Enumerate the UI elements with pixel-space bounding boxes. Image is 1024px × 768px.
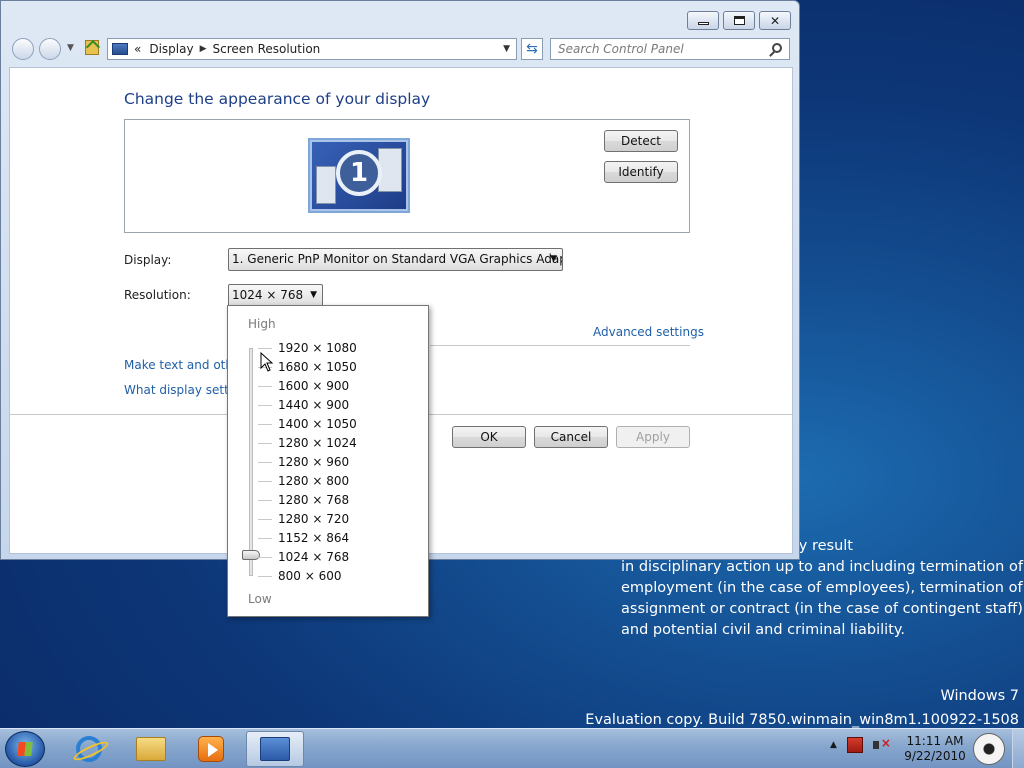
- breadcrumb-chevron-icon[interactable]: ▶: [200, 44, 207, 54]
- resolution-option[interactable]: 1400 × 1050: [258, 415, 357, 434]
- recent-pages-dropdown-icon[interactable]: ▼: [67, 43, 74, 53]
- back-button[interactable]: [12, 38, 34, 60]
- folder-icon: [136, 737, 166, 761]
- display-select[interactable]: 1. Generic PnP Monitor on Standard VGA G…: [228, 248, 563, 271]
- taskbar-internet-explorer[interactable]: [60, 731, 118, 767]
- clock-time: 11:11 AM: [906, 734, 964, 748]
- apply-button[interactable]: Apply: [616, 426, 690, 448]
- taskbar: ▲ 11:11 AM 9/22/2010: [0, 728, 1024, 768]
- monitor-window-thumb: [316, 166, 336, 204]
- page-title: Change the appearance of your display: [124, 90, 431, 108]
- show-hidden-icons-button[interactable]: ▲: [830, 740, 837, 750]
- notice-line: assignment or contract (in the case of c…: [621, 601, 1024, 617]
- low-label: Low: [248, 592, 272, 606]
- chevron-down-icon: ▼: [310, 290, 317, 300]
- display-label: Display:: [124, 253, 172, 267]
- maximize-button[interactable]: [723, 11, 755, 30]
- taskbar-media-player[interactable]: [182, 731, 240, 767]
- chevron-down-icon: ▼: [550, 254, 557, 264]
- media-player-icon: [198, 736, 224, 762]
- monitor-icon[interactable]: 1: [308, 138, 410, 213]
- control-panel-icon: [260, 737, 290, 761]
- resolution-select-value: 1024 × 768: [232, 288, 304, 302]
- resolution-select[interactable]: 1024 × 768 ▼: [228, 284, 323, 307]
- search-placeholder: Search Control Panel: [558, 42, 684, 56]
- notification-area: ▲: [830, 736, 891, 753]
- caption-buttons: ✕: [687, 11, 791, 30]
- action-center-icon[interactable]: [846, 737, 863, 753]
- desktop-watermark: Windows 7 Evaluation copy. Build 7850.wi…: [585, 684, 1019, 732]
- resolution-label: Resolution:: [124, 288, 191, 302]
- resolution-option[interactable]: 1280 × 960: [258, 453, 357, 472]
- search-icon[interactable]: [772, 43, 782, 53]
- resolution-option[interactable]: 1280 × 720: [258, 510, 357, 529]
- resolution-option[interactable]: 1152 × 864: [258, 529, 357, 548]
- monitor-number-badge: 1: [336, 150, 382, 196]
- notice-line: in disciplinary action up to and includi…: [621, 559, 1023, 575]
- resolution-option[interactable]: 800 × 600: [258, 567, 357, 586]
- close-icon: ✕: [769, 13, 781, 28]
- clock[interactable]: 11:11 AM 9/22/2010: [903, 734, 967, 764]
- resolution-option[interactable]: 1280 × 1024: [258, 434, 357, 453]
- address-dropdown-icon[interactable]: ▼: [503, 44, 510, 54]
- close-button[interactable]: ✕: [759, 11, 791, 30]
- monitor-arrangement-panel: 1 Detect Identify: [124, 119, 690, 233]
- address-bar[interactable]: « Display ▶ Screen Resolution ▼: [107, 38, 517, 60]
- volume-muted-icon[interactable]: [872, 736, 891, 753]
- resolution-options-list: 1920 × 1080 1680 × 1050 1600 × 900 1440 …: [258, 339, 357, 586]
- search-input[interactable]: Search Control Panel: [550, 38, 790, 60]
- resolution-option-selected[interactable]: 1024 × 768: [258, 548, 357, 567]
- resolution-slider-track[interactable]: [249, 348, 253, 576]
- ok-button[interactable]: OK: [452, 426, 526, 448]
- advanced-settings-link[interactable]: Advanced settings: [593, 325, 704, 339]
- clock-date: 9/22/2010: [904, 749, 966, 763]
- minimize-button[interactable]: [687, 11, 719, 30]
- breadcrumb-overflow[interactable]: «: [134, 42, 141, 56]
- internet-explorer-icon: [76, 736, 102, 762]
- resolution-option[interactable]: 1600 × 900: [258, 377, 357, 396]
- resolution-dropdown: High 1920 × 1080 1680 × 1050 1600 × 900 …: [227, 305, 429, 617]
- minimize-icon: [697, 22, 709, 25]
- mouse-pointer-icon: [260, 352, 274, 372]
- watermark-os: Windows 7: [940, 688, 1019, 704]
- resolution-option[interactable]: 1440 × 900: [258, 396, 357, 415]
- identify-button[interactable]: Identify: [604, 161, 678, 183]
- notice-line: and potential civil and criminal liabili…: [621, 622, 906, 638]
- refresh-icon: ⇆: [526, 41, 538, 57]
- breadcrumb-screen-resolution[interactable]: Screen Resolution: [213, 42, 321, 56]
- up-folder-icon[interactable]: [85, 40, 99, 55]
- detect-button[interactable]: Detect: [604, 130, 678, 152]
- breadcrumb-display[interactable]: Display: [149, 42, 193, 56]
- soccer-ball-icon[interactable]: [973, 733, 1005, 765]
- taskbar-control-panel[interactable]: [246, 731, 304, 767]
- display-select-value: 1. Generic PnP Monitor on Standard VGA G…: [232, 252, 563, 266]
- divider: [430, 345, 690, 346]
- maximize-icon: [733, 16, 745, 25]
- resolution-option[interactable]: 1280 × 768: [258, 491, 357, 510]
- refresh-button[interactable]: ⇆: [521, 38, 543, 60]
- start-button[interactable]: [5, 731, 45, 767]
- notice-line: employment (in the case of employees), t…: [621, 580, 1024, 596]
- control-panel-icon: [112, 43, 128, 55]
- high-label: High: [248, 317, 276, 331]
- taskbar-windows-explorer[interactable]: [122, 731, 180, 767]
- cancel-button[interactable]: Cancel: [534, 426, 608, 448]
- show-desktop-button[interactable]: [1012, 729, 1024, 768]
- resolution-option[interactable]: 1280 × 800: [258, 472, 357, 491]
- forward-button[interactable]: [39, 38, 61, 60]
